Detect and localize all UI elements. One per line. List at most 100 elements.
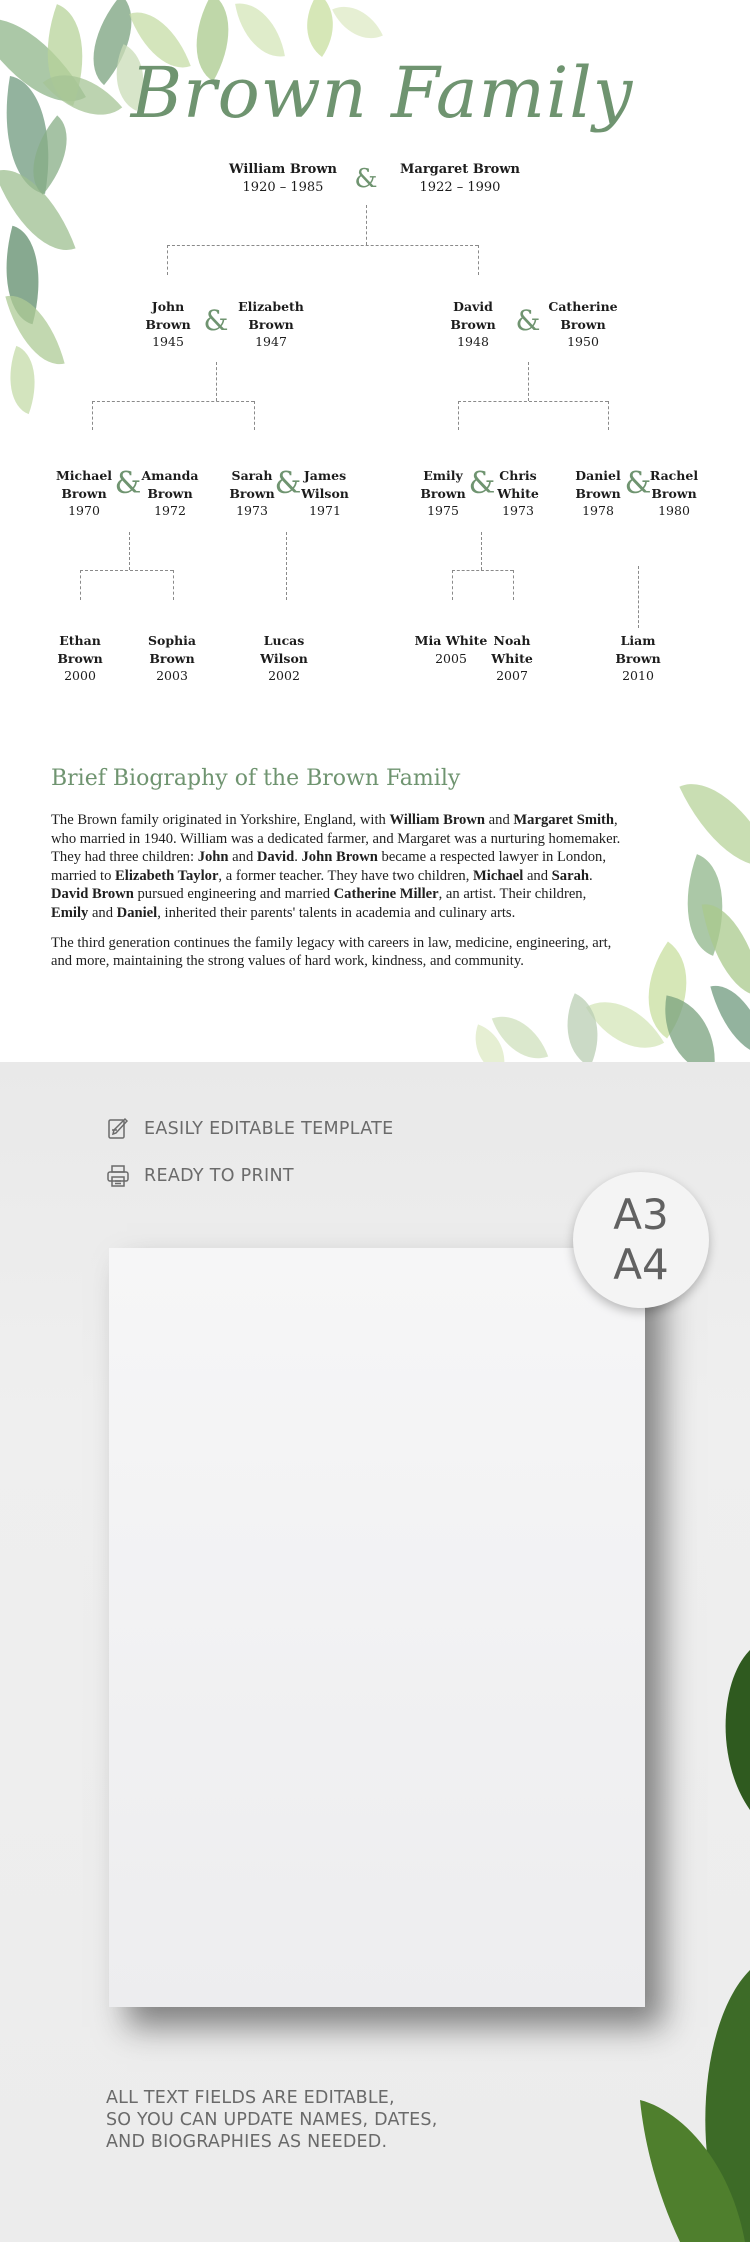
size-a4: A4 — [613, 1240, 669, 1289]
feature-label: READY TO PRINT — [144, 1166, 294, 1186]
connector-line — [452, 570, 513, 571]
person-last-name: Brown — [420, 485, 466, 501]
person-daniel: Daniel Brown 1978 — [575, 467, 620, 520]
person-sarah: Sarah Brown 1973 — [229, 467, 274, 520]
person-first-name: Rachel — [649, 468, 699, 483]
person-year: 1950 — [567, 334, 599, 349]
person-first-name: James — [303, 468, 347, 483]
connector-line — [216, 362, 217, 401]
person-first-name: John — [151, 299, 185, 314]
person-catherine: Catherine Brown 1950 — [548, 298, 617, 351]
person-first-name: Catherine — [548, 299, 618, 314]
bio-text: The Brown family originated in Yorkshire… — [51, 812, 390, 828]
person-last-name: White — [497, 485, 539, 501]
ampersand: & — [354, 164, 378, 194]
connector-line — [608, 401, 609, 430]
person-first-name: Ethan — [59, 633, 101, 648]
person-first-name: Elizabeth — [238, 299, 304, 314]
person-year: 1971 — [309, 503, 341, 518]
person-ethan: Ethan Brown 2000 — [57, 632, 102, 685]
person-rachel: Rachel Brown 1980 — [650, 467, 698, 520]
connector-line — [528, 362, 529, 401]
edit-document-icon — [106, 1117, 130, 1141]
connector-line — [129, 532, 130, 570]
connector-line — [452, 570, 453, 600]
person-david: David Brown 1948 — [450, 298, 495, 351]
person-noah: Noah White 2007 — [491, 632, 533, 685]
person-last-name: Brown — [560, 316, 606, 332]
bio-highlight: David Brown — [51, 886, 134, 903]
template-mockup-preview: Brown Family William Brown 1920 – 1985& … — [109, 1248, 645, 2007]
bio-highlight: Catherine Miller — [333, 886, 439, 903]
person-first-name: Emily — [423, 468, 463, 483]
person-william: William Brown 1920 – 1985 — [229, 161, 337, 197]
person-last-name: Brown — [145, 316, 191, 332]
person-last-name: Brown — [147, 485, 193, 501]
person-first-name: David — [453, 299, 493, 314]
person-last-name: Brown — [248, 316, 294, 332]
person-year: 2002 — [268, 668, 300, 683]
connector-line — [286, 532, 287, 600]
person-mia: Mia White 2005 — [415, 632, 488, 667]
note-line: ALL TEXT FIELDS ARE EDITABLE, — [106, 2088, 395, 2108]
person-amanda: Amanda Brown 1972 — [142, 467, 199, 520]
ampersand: & — [114, 466, 142, 501]
person-year: 2000 — [64, 668, 96, 683]
person-first-name: Lucas — [263, 633, 305, 648]
bio-text: and — [523, 867, 552, 884]
biography-text: The Brown family originated in Yorkshire… — [51, 811, 621, 971]
ampersand: & — [274, 466, 302, 501]
bio-text: . — [588, 867, 593, 884]
paper-size-badge: A3 A4 — [573, 1172, 709, 1308]
person-first-name: Amanda — [141, 468, 199, 483]
person-year: 1948 — [457, 334, 489, 349]
person-michael: Michael Brown 1970 — [56, 467, 112, 520]
ampersand: & — [203, 304, 229, 337]
connector-line — [513, 570, 514, 600]
person-first-name: Noah — [493, 633, 531, 648]
person-lucas: Lucas Wilson 2002 — [260, 632, 308, 685]
person-years: 1922 – 1990 — [419, 180, 501, 195]
bio-highlight: Emily — [51, 904, 89, 921]
bio-highlight: David — [256, 849, 295, 866]
person-emily: Emily Brown 1975 — [420, 467, 465, 520]
connector-line — [458, 401, 459, 430]
person-name: William Brown — [229, 162, 337, 177]
person-elizabeth: Elizabeth Brown 1947 — [238, 298, 304, 351]
person-year: 2007 — [496, 668, 528, 683]
person-year: 2003 — [156, 668, 188, 683]
ampersand: & — [515, 304, 541, 337]
bio-highlight: John — [197, 849, 229, 866]
person-first-name: Daniel — [575, 468, 621, 483]
person-last-name: White — [491, 650, 533, 666]
person-first-name: Chris — [499, 468, 537, 483]
person-year: 1980 — [658, 503, 690, 518]
bio-text: pursued engineering and married — [133, 886, 334, 903]
person-year: 1945 — [152, 334, 184, 349]
bio-highlight: Elizabeth Taylor — [115, 867, 219, 884]
person-year: 1973 — [502, 503, 534, 518]
person-last-name: Brown — [651, 485, 697, 501]
bio-highlight: John Brown — [301, 849, 378, 866]
person-year: 1972 — [154, 503, 186, 518]
connector-line — [366, 205, 367, 245]
person-margaret: Margaret Brown 1922 – 1990 — [400, 161, 520, 197]
person-liam: Liam Brown 2010 — [615, 632, 660, 685]
note-line: SO YOU CAN UPDATE NAMES, DATES, — [106, 2110, 438, 2130]
connector-line — [92, 401, 254, 402]
person-last-name: Brown — [575, 485, 621, 501]
person-first-name: Liam — [620, 633, 656, 648]
connector-line — [92, 401, 93, 430]
connector-line — [167, 245, 478, 246]
person-first-name: Michael — [55, 468, 113, 483]
bio-highlight: Michael — [473, 867, 524, 884]
person-last-name: Brown — [61, 485, 107, 501]
person-james: James Wilson 1971 — [301, 467, 349, 520]
bio-text: , inherited their parents' talents in ac… — [157, 904, 516, 921]
biography-heading: Brief Biography of the Brown Family — [51, 766, 461, 791]
feature-print: READY TO PRINT — [106, 1164, 294, 1188]
person-chris: Chris White 1973 — [497, 467, 539, 520]
ampersand: & — [468, 466, 496, 501]
person-year: 1973 — [236, 503, 268, 518]
bio-text: and — [88, 904, 117, 921]
